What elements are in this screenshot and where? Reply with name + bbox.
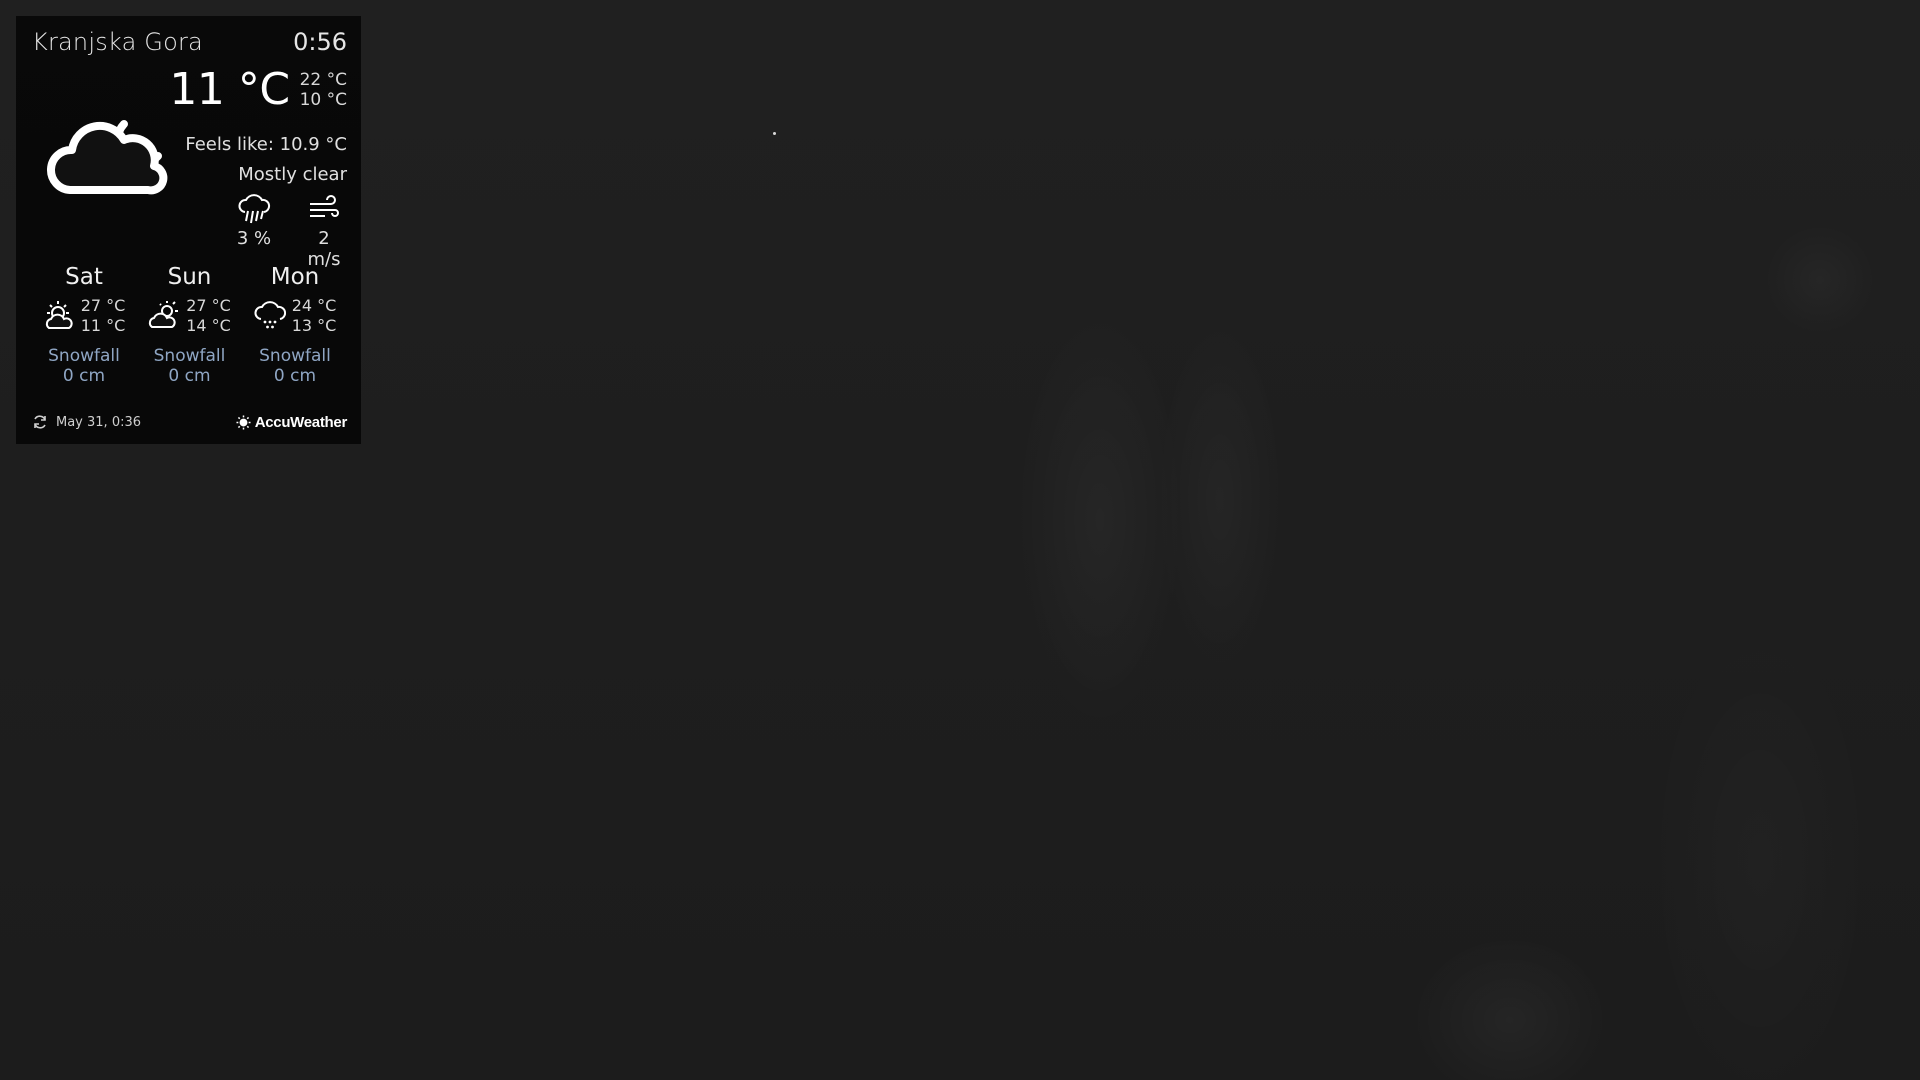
today-high: 22 °C [299, 70, 347, 90]
feels-like: Feels like: 10.9 °C [185, 134, 347, 155]
day-high: 27 °C [186, 296, 231, 315]
brand-name: AccuWeather [254, 413, 348, 431]
day-name: Sun [167, 264, 212, 290]
sun-behind-cloud-icon [149, 301, 179, 328]
snowfall-label: Snowfall [259, 346, 331, 366]
location-name: Kranjska Gora [32, 28, 203, 56]
widget-header: Kranjska Gora 0:56 [32, 26, 347, 58]
snowfall-value: 0 cm [168, 366, 211, 386]
current-extras: 3 % 2 m/s [231, 194, 347, 270]
day-high: 24 °C [291, 296, 337, 315]
snowfall-value: 0 cm [62, 366, 106, 386]
wind-icon [310, 195, 339, 217]
accuweather-sun-icon [236, 414, 251, 430]
forecast-day: Sat 27 °C 11 °C Snowfall 0 cm [32, 264, 136, 386]
last-updated: May 31, 0:36 [32, 414, 141, 430]
day-low: 14 °C [186, 316, 231, 335]
weather-widget: Kranjska Gora 0:56 11 °C 22 °C 10 °C Fee… [16, 16, 361, 444]
current-conditions: 11 °C 22 °C 10 °C Feels like: 10.9 °C Mo… [32, 58, 347, 270]
day-low: 11 °C [80, 316, 126, 335]
snowfall-value: 0 cm [273, 366, 317, 386]
webcam-speck [773, 132, 776, 135]
snowfall-label: Snowfall [48, 346, 120, 366]
forecast-day: Sun 27 °C 14 °C Snowfall 0 cm [138, 264, 242, 386]
day-high: 27 °C [80, 296, 126, 315]
condition-text: Mostly clear [238, 164, 347, 185]
snowfall-label: Snowfall [153, 346, 226, 366]
precipitation-value: 3 % [236, 228, 272, 249]
refresh-icon[interactable] [32, 414, 48, 430]
updated-timestamp: May 31, 0:36 [56, 414, 142, 430]
wind: 2 m/s [301, 194, 347, 270]
widget-footer: May 31, 0:36 AccuWeather [32, 410, 347, 434]
current-temperature: 11 °C [169, 64, 290, 115]
wind-value: 2 m/s [307, 228, 341, 270]
today-low: 10 °C [299, 90, 347, 110]
partly-sunny-icon [45, 301, 73, 329]
showers-icon [254, 301, 286, 329]
accuweather-logo: AccuWeather [236, 414, 347, 431]
current-time: 0:56 [293, 28, 347, 56]
day-name: Sat [65, 264, 103, 290]
rain-cloud-icon [238, 194, 271, 224]
forecast-day: Mon 24 °C 13 °C Snowfall 0 cm [243, 264, 347, 386]
precipitation: 3 % [231, 194, 277, 270]
temperature-block: 11 °C 22 °C 10 °C [169, 64, 347, 116]
day-low: 13 °C [291, 316, 337, 335]
cloud-moon-icon [46, 120, 168, 195]
high-low: 22 °C 10 °C [300, 70, 347, 110]
forecast-list: Sat 27 °C 11 °C Snowfall 0 cm Sun 27 °C … [32, 264, 347, 386]
